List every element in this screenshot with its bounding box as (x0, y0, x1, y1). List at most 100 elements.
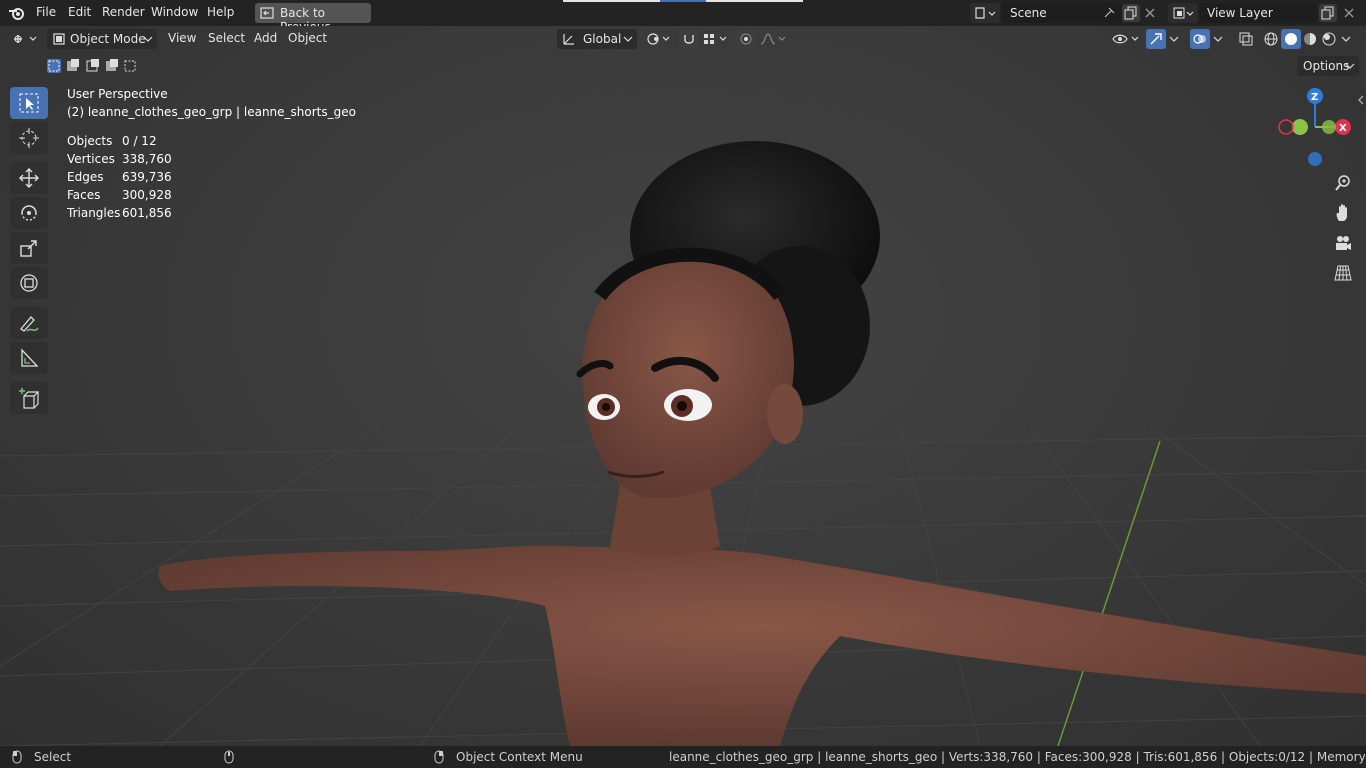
cursor-tool[interactable] (10, 122, 48, 154)
camera-icon (1336, 236, 1351, 250)
annotate-tool[interactable] (10, 307, 48, 339)
grid-icon (1334, 265, 1352, 281)
status-context-menu-hint: Object Context Menu (456, 750, 583, 764)
object-mode-icon (53, 33, 65, 45)
view-layer-type-button[interactable] (1168, 3, 1198, 23)
xray-toggle[interactable] (1236, 29, 1256, 49)
move-tool[interactable] (10, 162, 48, 194)
transform-orientation-dropdown[interactable]: Global (557, 29, 637, 49)
navigation-gizmo[interactable]: Z X (1276, 86, 1356, 170)
menu-help[interactable]: Help (207, 5, 234, 19)
pan-button[interactable] (1330, 200, 1356, 226)
status-scene-info: leanne_clothes_geo_grp | leanne_shorts_g… (669, 750, 1366, 764)
select-box-tool[interactable] (10, 87, 48, 119)
hand-icon (1336, 204, 1347, 221)
proportional-editing-toggle[interactable] (736, 29, 756, 49)
gizmo-neg-z (1308, 152, 1322, 166)
top-menu-bar: File Edit Render Window Help Back to Pre… (0, 0, 1366, 34)
scene-name-field[interactable]: Scene (1002, 3, 1122, 23)
menu-select[interactable]: Select (208, 31, 245, 45)
zoom-button[interactable] (1330, 170, 1356, 196)
proportional-icon (740, 33, 752, 45)
stat-objects-value: 0 / 12 (122, 134, 157, 148)
overlays-toggle[interactable] (1190, 29, 1210, 49)
select-mode-icons[interactable] (44, 57, 139, 75)
object-mode-dropdown[interactable]: Object Mode (47, 29, 157, 49)
gizmo-x-label: X (1339, 123, 1347, 134)
solid-shading-button[interactable] (1281, 29, 1301, 49)
copy-icon (1321, 6, 1334, 20)
view-layer-icon (1173, 7, 1194, 19)
snap-toggle[interactable] (679, 29, 699, 49)
back-to-previous-button[interactable]: Back to Previous (255, 3, 371, 34)
camera-view-button[interactable] (1330, 230, 1356, 256)
new-view-layer-button[interactable] (1319, 4, 1337, 22)
close-icon[interactable] (1343, 7, 1355, 19)
menu-object[interactable]: Object (288, 31, 327, 45)
menu-file[interactable]: File (36, 5, 56, 19)
transform-tool[interactable] (10, 267, 48, 299)
stat-edges-value: 639,736 (122, 170, 172, 184)
menu-view[interactable]: View (168, 31, 196, 45)
gizmo-y-axis (1322, 120, 1336, 134)
select-box-icon (19, 93, 39, 113)
menu-add[interactable]: Add (254, 31, 277, 45)
options-dropdown[interactable]: Options (1297, 56, 1359, 76)
chevron-down-icon (1345, 63, 1355, 69)
sidebar-toggle-icon[interactable] (1356, 94, 1366, 106)
menu-edit[interactable]: Edit (68, 5, 91, 19)
measure-tool[interactable] (10, 342, 48, 374)
chevron-down-icon[interactable] (1213, 35, 1225, 45)
status-bar: Select Object Context Menu leanne_clothe… (0, 746, 1366, 768)
menu-render[interactable]: Render (102, 5, 145, 19)
rotate-icon (21, 205, 37, 221)
material-shading-button[interactable] (1300, 29, 1320, 49)
scale-tool[interactable] (10, 232, 48, 264)
editor-type-icon (14, 35, 37, 43)
stat-faces-value: 300,928 (122, 188, 172, 202)
material-shading-icon (1304, 33, 1316, 45)
chevron-down-icon[interactable] (1169, 35, 1181, 45)
gizmo-toggle[interactable] (1146, 29, 1166, 49)
add-cube-tool[interactable] (10, 382, 48, 414)
new-scene-button[interactable] (1122, 4, 1140, 22)
pivot-icon (647, 33, 670, 45)
selectability-visibility-dropdown[interactable] (1110, 29, 1142, 49)
3d-viewport[interactable] (0, 26, 1366, 746)
workspace-tab-active[interactable] (660, 0, 706, 2)
scene-type-button[interactable] (970, 3, 1000, 23)
menu-window[interactable]: Window (151, 5, 198, 19)
options-label: Options (1303, 59, 1350, 73)
chevron-down-icon (143, 36, 153, 42)
gizmo-z-label: Z (1311, 92, 1318, 103)
viewport-scene (0, 141, 1366, 746)
rotate-tool[interactable] (10, 197, 48, 229)
visibility-icon (1112, 34, 1139, 44)
stat-triangles-label: Triangles (67, 206, 121, 220)
active-object-label: (2) leanne_clothes_geo_grp | leanne_shor… (67, 105, 356, 119)
snap-target-dropdown[interactable] (700, 29, 730, 49)
measure-icon (21, 348, 39, 367)
blender-logo-icon[interactable] (8, 5, 26, 21)
view-layer-name-field[interactable]: View Layer (1199, 3, 1317, 23)
close-icon[interactable] (1144, 7, 1156, 19)
copy-icon (1124, 6, 1137, 20)
transform-icon (563, 34, 574, 45)
cursor-icon (19, 128, 39, 148)
annotate-icon (20, 316, 39, 332)
rendered-shading-button[interactable] (1319, 29, 1339, 49)
pivot-point-dropdown[interactable] (643, 29, 673, 49)
snap-icon (684, 35, 694, 44)
grid-snap-icon (704, 34, 727, 44)
ortho-persp-toggle[interactable] (1330, 260, 1356, 286)
gizmo-neg-x (1278, 119, 1294, 135)
wireframe-shading-button[interactable] (1261, 29, 1281, 49)
selection-mode-group (44, 57, 139, 75)
stat-vertices-label: Vertices (67, 152, 115, 166)
chevron-down-icon[interactable] (1341, 35, 1353, 45)
editor-type-button[interactable] (8, 29, 42, 49)
proportional-falloff-dropdown[interactable] (758, 29, 788, 49)
viewport-header: Object Mode View Select Add Object Globa… (0, 26, 1366, 52)
xray-icon (1239, 32, 1253, 46)
pin-icon[interactable] (1102, 6, 1116, 20)
